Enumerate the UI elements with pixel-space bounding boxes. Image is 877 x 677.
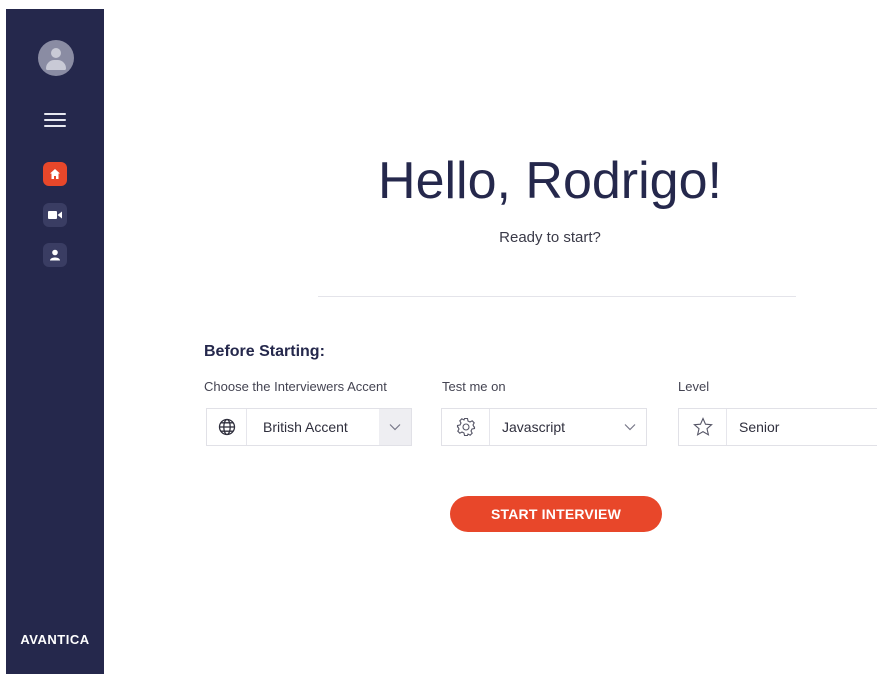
- menu-icon[interactable]: [44, 111, 68, 129]
- user-avatar[interactable]: [38, 40, 74, 76]
- accent-dropdown-toggle[interactable]: [379, 409, 411, 445]
- subtitle: Ready to start?: [499, 229, 601, 246]
- greeting-title: Hello, Rodrigo!: [378, 152, 722, 210]
- globe-icon: [218, 418, 235, 436]
- sidebar-item-video[interactable]: [43, 203, 67, 227]
- sidebar-item-home[interactable]: [43, 162, 67, 186]
- star-icon: [692, 417, 713, 436]
- sidebar-item-profile[interactable]: [43, 243, 67, 267]
- accent-label: Choose the Interviewers Accent: [204, 379, 387, 394]
- accent-value: British Accent: [263, 419, 348, 435]
- level-select[interactable]: Senior: [678, 408, 877, 446]
- sidebar: AVANTICA: [6, 9, 104, 674]
- video-camera-icon: [48, 211, 62, 219]
- avantica-logo: AVANTICA: [20, 632, 90, 647]
- section-title: Before Starting:: [204, 343, 325, 360]
- level-label: Level: [678, 379, 710, 394]
- divider: [318, 296, 796, 297]
- start-interview-button[interactable]: START INTERVIEW: [450, 496, 662, 532]
- home-icon: [50, 169, 60, 179]
- test-dropdown-toggle[interactable]: [614, 409, 646, 445]
- chevron-down-icon: [389, 424, 401, 431]
- accent-select[interactable]: British Accent: [206, 408, 412, 446]
- level-value: Senior: [739, 419, 780, 435]
- test-select[interactable]: Javascript: [441, 408, 647, 446]
- gear-icon: [456, 417, 475, 437]
- test-value: Javascript: [502, 419, 566, 435]
- test-label: Test me on: [442, 379, 506, 394]
- chevron-down-icon: [624, 424, 636, 431]
- user-icon: [50, 249, 60, 261]
